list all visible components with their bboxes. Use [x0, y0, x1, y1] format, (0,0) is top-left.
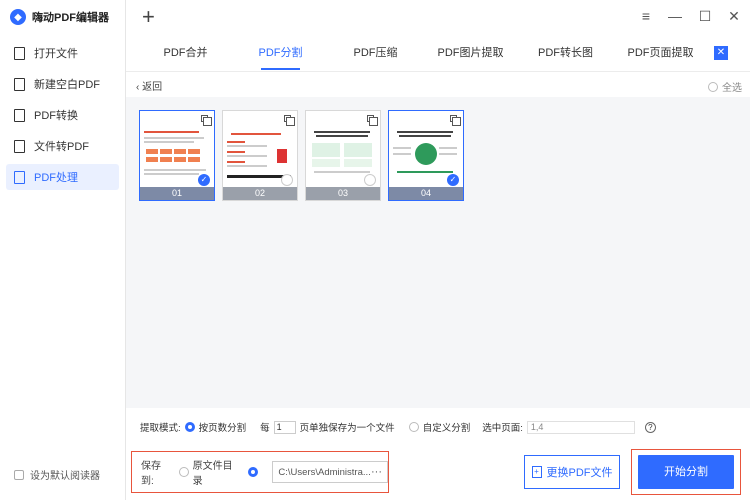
- sidebar-item-pdf-process[interactable]: PDF处理: [6, 164, 119, 190]
- default-reader-toggle[interactable]: 设为默认阅读器: [14, 467, 100, 482]
- sidebar-item-label: PDF处理: [34, 172, 78, 184]
- page-number: 03: [306, 187, 380, 200]
- copy-icon[interactable]: [201, 115, 212, 126]
- per-file-label: 页单独保存为一个文件: [299, 423, 395, 434]
- tab-pdf-page-extract[interactable]: PDF页面提取: [613, 34, 708, 72]
- custom-split-label: 自定义分割: [422, 423, 471, 434]
- tab-pdf-to-long-image[interactable]: PDF转长图: [518, 34, 613, 72]
- start-button-highlight: 开始分割: [631, 449, 741, 495]
- minimize-button[interactable]: —: [667, 8, 683, 24]
- output-path-value: C:\Users\Administra...: [278, 466, 371, 478]
- add-tab-button[interactable]: +: [142, 4, 155, 30]
- page-thumbnail[interactable]: 02: [222, 110, 298, 201]
- checkbox-unchecked[interactable]: [364, 174, 376, 186]
- brand: ◆ 嗨动PDF编辑器: [0, 0, 125, 34]
- original-dir-radio[interactable]: [178, 467, 189, 477]
- tab-pdf-compress[interactable]: PDF压缩: [328, 34, 423, 72]
- menu-icon[interactable]: ≡: [638, 8, 654, 24]
- page-number: 02: [223, 187, 297, 200]
- pages-per-file-input[interactable]: 1: [273, 420, 296, 434]
- sidebar-nav: 打开文件 新建空白PDF PDF转换 文件转PDF PDF处理: [0, 40, 125, 190]
- close-panel-button[interactable]: ✕: [714, 46, 728, 60]
- save-location: 保存到: 原文件目录 C:\Users\Administra... ···: [131, 451, 389, 493]
- add-file-icon: +: [531, 466, 542, 478]
- app-name: 嗨动PDF编辑器: [32, 12, 109, 24]
- page-preview-area: ‹ 返回 全选 ✓ 01 02 03 ✓ 04: [126, 73, 750, 408]
- page-thumbnail[interactable]: ✓ 04: [388, 110, 464, 201]
- page-thumbnail[interactable]: ✓ 01: [139, 110, 215, 201]
- select-all-toggle[interactable]: 全选: [708, 79, 742, 94]
- app-logo-icon: ◆: [10, 9, 26, 25]
- by-page-radio[interactable]: [184, 422, 195, 432]
- back-row: ‹ 返回 全选: [126, 73, 750, 97]
- checkbox-unchecked[interactable]: [281, 174, 293, 186]
- back-button[interactable]: ‹ 返回: [136, 78, 162, 93]
- sidebar: ◆ 嗨动PDF编辑器 打开文件 新建空白PDF PDF转换 文件转PDF PDF…: [0, 0, 126, 500]
- select-all-label: 全选: [722, 83, 742, 94]
- close-window-button[interactable]: ✕: [726, 8, 742, 25]
- replace-pdf-label: 更换PDF文件: [546, 467, 613, 479]
- original-dir-label: 原文件目录: [192, 461, 233, 487]
- back-label: 返回: [142, 81, 163, 93]
- sidebar-item-new-pdf[interactable]: 新建空白PDF: [6, 71, 119, 97]
- by-page-label: 按页数分割: [198, 423, 247, 434]
- every-label: 每: [260, 423, 270, 434]
- selected-pages-input[interactable]: 1,4: [526, 420, 635, 434]
- browse-button[interactable]: ···: [371, 466, 382, 478]
- pdf-process-icon: [14, 170, 25, 184]
- sidebar-item-label: 打开文件: [34, 48, 78, 60]
- page-number: 01: [140, 187, 214, 200]
- default-reader-checkbox[interactable]: [14, 469, 24, 480]
- copy-icon[interactable]: [284, 115, 295, 126]
- pdf-convert-icon: [14, 108, 25, 122]
- sidebar-item-label: 文件转PDF: [34, 141, 89, 153]
- help-icon[interactable]: ?: [644, 421, 656, 433]
- replace-pdf-button[interactable]: + 更换PDF文件: [524, 455, 620, 489]
- tool-tabs: PDF合并 PDF分割 PDF压缩 PDF图片提取 PDF转长图 PDF页面提取…: [126, 34, 750, 72]
- copy-icon[interactable]: [450, 115, 461, 126]
- tab-pdf-image-extract[interactable]: PDF图片提取: [423, 34, 518, 72]
- checkmark-icon[interactable]: ✓: [198, 174, 210, 186]
- select-all-radio[interactable]: [708, 81, 718, 92]
- selected-pages-label: 选中页面:: [482, 423, 523, 434]
- new-pdf-icon: [14, 77, 25, 91]
- custom-split-radio[interactable]: [408, 422, 419, 432]
- title-bar: + ≡ — ☐ ✕: [126, 0, 750, 34]
- tab-pdf-split[interactable]: PDF分割: [233, 34, 328, 72]
- sidebar-item-open-file[interactable]: 打开文件: [6, 40, 119, 66]
- save-to-label: 保存到:: [141, 461, 161, 487]
- maximize-button[interactable]: ☐: [697, 8, 713, 25]
- page-number: 04: [389, 187, 463, 200]
- custom-dir-radio[interactable]: [248, 467, 259, 477]
- file-to-pdf-icon: [14, 139, 25, 153]
- mode-label: 提取模式:: [140, 423, 181, 434]
- default-reader-label: 设为默认阅读器: [30, 471, 100, 482]
- copy-icon[interactable]: [367, 115, 378, 126]
- sidebar-item-pdf-convert[interactable]: PDF转换: [6, 102, 119, 128]
- file-open-icon: [14, 46, 25, 60]
- output-path-field[interactable]: C:\Users\Administra... ···: [272, 461, 388, 483]
- page-thumbnails: ✓ 01 02 03 ✓ 04: [126, 97, 750, 201]
- start-split-button[interactable]: 开始分割: [638, 455, 734, 489]
- page-thumbnail[interactable]: 03: [305, 110, 381, 201]
- checkmark-icon[interactable]: ✓: [447, 174, 459, 186]
- sidebar-item-file-to-pdf[interactable]: 文件转PDF: [6, 133, 119, 159]
- sidebar-item-label: PDF转换: [34, 110, 78, 122]
- split-options: 提取模式: 按页数分割 每 1 页单独保存为一个文件 自定义分割 选中页面: 1…: [126, 417, 750, 437]
- tab-pdf-merge[interactable]: PDF合并: [138, 34, 233, 72]
- sidebar-item-label: 新建空白PDF: [34, 79, 100, 91]
